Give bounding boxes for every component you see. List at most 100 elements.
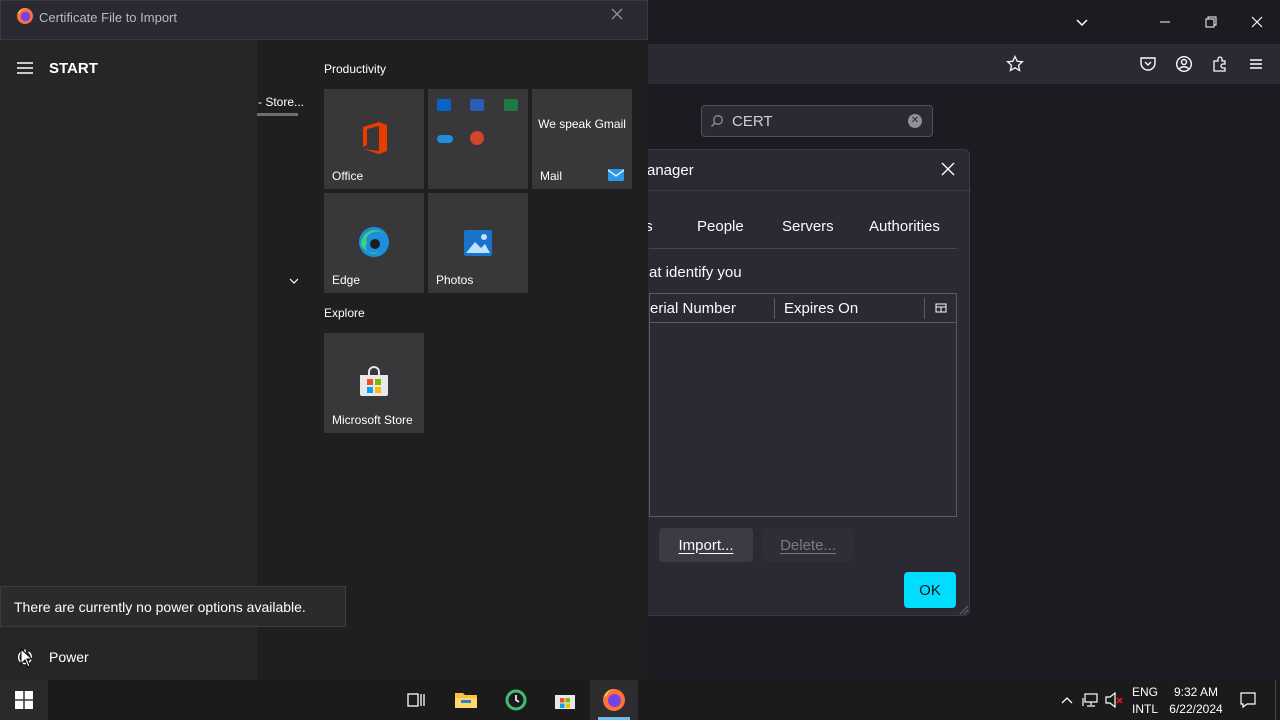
firefox-logo-icon	[17, 8, 33, 24]
clock-date: 6/22/2024	[1169, 702, 1223, 716]
input-language-button[interactable]: ENG INTL	[1125, 684, 1165, 718]
clock-button[interactable]: 9:32 AM 6/22/2024	[1164, 684, 1228, 718]
column-separator	[774, 298, 775, 319]
tab-description: at identify you	[649, 264, 742, 281]
tab-servers[interactable]: Servers	[782, 218, 834, 235]
notification-icon	[1240, 692, 1256, 709]
bookmark-star-button[interactable]	[1002, 52, 1028, 76]
photos-icon	[464, 230, 492, 256]
onedrive-icon	[437, 135, 453, 143]
header-divider	[601, 190, 971, 191]
mail-promo-text: We speak Gmail	[538, 117, 626, 131]
mouse-cursor-icon	[20, 648, 34, 668]
tile-label: Edge	[332, 273, 361, 287]
group-explore[interactable]: Explore	[324, 306, 365, 320]
microsoft-store-taskbar-button[interactable]	[551, 686, 579, 714]
resize-grip-icon[interactable]	[957, 603, 969, 615]
minimize-icon	[1160, 21, 1170, 23]
start-app-list: - Store...	[257, 40, 309, 680]
store-icon	[360, 366, 388, 396]
power-options-tooltip: There are currently no power options ava…	[0, 586, 346, 627]
firefox-taskbar-button[interactable]	[590, 680, 638, 720]
extensions-button[interactable]	[1207, 52, 1233, 76]
hamburger-icon[interactable]	[16, 60, 34, 76]
column-picker-button[interactable]	[934, 301, 948, 319]
keyboard-layout: INTL	[1131, 702, 1158, 716]
tile-label: Photos	[436, 273, 474, 287]
windows-logo-icon	[15, 691, 33, 709]
account-button[interactable]	[1171, 52, 1197, 76]
notifications-button[interactable]	[1234, 686, 1262, 714]
dialog-title: anager	[647, 162, 694, 179]
show-desktop-button[interactable]	[1275, 680, 1280, 720]
app-menu-button[interactable]	[1243, 52, 1269, 76]
dialog-close-button[interactable]	[941, 160, 955, 181]
tile-microsoft-store[interactable]: Microsoft Store	[324, 333, 424, 433]
dialog-close-button[interactable]	[611, 7, 623, 25]
minimize-button[interactable]	[1142, 8, 1188, 36]
excel-icon	[504, 99, 518, 111]
import-file-dialog: Certificate File to Import	[0, 0, 648, 40]
app-list-scrollbar[interactable]	[257, 113, 298, 116]
app-list-item[interactable]: - Store...	[258, 95, 304, 109]
puzzle-icon	[1213, 56, 1226, 72]
tile-edge[interactable]: Edge	[324, 193, 424, 293]
column-expires-on[interactable]: Expires On	[784, 300, 858, 317]
file-explorer-button[interactable]	[452, 686, 480, 714]
column-picker-icon	[935, 303, 947, 313]
start-menu-rail: START Power	[0, 40, 257, 680]
account-icon	[1175, 55, 1193, 73]
ok-button[interactable]: OK	[904, 572, 956, 608]
tile-label: Office	[332, 169, 364, 183]
task-view-icon	[407, 693, 425, 707]
edge-icon	[359, 227, 389, 257]
search-value: CERT	[732, 112, 773, 130]
start-button[interactable]	[0, 680, 48, 720]
restore-icon	[1205, 16, 1217, 28]
tile-mail[interactable]: We speak Gmail Mail	[532, 89, 632, 189]
network-icon	[1082, 693, 1098, 707]
close-icon	[611, 8, 623, 20]
delete-button[interactable]: Delete...	[763, 528, 853, 562]
column-separator	[924, 298, 925, 319]
star-icon	[1006, 55, 1024, 72]
refresh-app-icon	[505, 689, 527, 711]
clock-time: 9:32 AM	[1173, 685, 1219, 699]
tile-label: Mail	[540, 169, 563, 183]
pocket-button[interactable]	[1135, 52, 1161, 76]
chevron-up-icon	[1061, 697, 1073, 704]
folder-icon	[455, 693, 477, 708]
list-all-tabs-button[interactable]	[1059, 8, 1105, 36]
column-serial-number[interactable]: erial Number	[650, 300, 736, 317]
store-icon	[555, 695, 575, 709]
mail-icon	[608, 169, 624, 181]
power-button[interactable]: Power	[0, 638, 257, 678]
tab-authorities[interactable]: Authorities	[869, 218, 940, 235]
volume-muted-icon	[1105, 692, 1123, 708]
chevron-down-icon[interactable]	[288, 275, 300, 287]
restore-button[interactable]	[1188, 8, 1234, 36]
pocket-icon	[1140, 57, 1156, 71]
tile-office-apps-folder[interactable]	[428, 89, 528, 189]
close-window-button[interactable]	[1234, 8, 1280, 36]
dialog-title: Certificate File to Import	[39, 10, 177, 25]
tile-photos[interactable]: Photos	[428, 193, 528, 293]
group-productivity[interactable]: Productivity	[324, 62, 386, 76]
tab-people[interactable]: People	[697, 218, 744, 235]
task-view-button[interactable]	[402, 686, 430, 714]
office-icon	[363, 122, 387, 154]
language-code: ENG	[1131, 685, 1158, 699]
powerpoint-icon	[470, 131, 484, 145]
table-header: erial Number Expires On	[650, 294, 956, 323]
tile-label: Microsoft Store	[332, 413, 413, 427]
word-icon	[470, 99, 484, 111]
app-button-green[interactable]	[502, 686, 530, 714]
tile-office[interactable]: Office	[324, 89, 424, 189]
certificate-table[interactable]: erial Number Expires On	[649, 293, 957, 517]
clear-search-icon[interactable]: ✕	[908, 114, 922, 128]
start-header: START	[49, 60, 98, 77]
start-tiles-area: Productivity Office We speak Gmail Mail …	[309, 40, 648, 680]
certificate-search-input[interactable]: CERT ✕	[701, 105, 933, 137]
import-button[interactable]: Import...	[659, 528, 753, 562]
certificate-manager-dialog: anager ıs People Servers Authorities at …	[600, 149, 971, 616]
